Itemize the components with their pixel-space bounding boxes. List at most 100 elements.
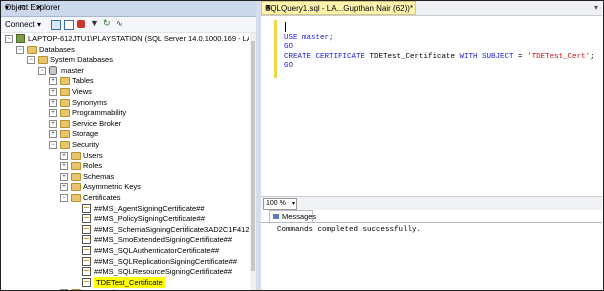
tree-node-label: Symmetric Keys bbox=[83, 287, 137, 290]
expand-icon[interactable]: + bbox=[49, 130, 57, 139]
sql-string: 'TDETest_Cert' bbox=[527, 53, 591, 61]
folder-icon bbox=[60, 130, 70, 139]
close-icon[interactable]: ✕ bbox=[265, 3, 411, 12]
expand-icon[interactable]: + bbox=[49, 98, 57, 107]
folder-icon bbox=[71, 289, 81, 290]
certificate-icon bbox=[82, 256, 91, 266]
panel-controls[interactable]: ▾ ⊓ ✕ bbox=[5, 3, 252, 12]
tree-node-label: Roles bbox=[83, 161, 103, 171]
tree-node-label: Certificates bbox=[83, 193, 121, 202]
tree-node-label: Users bbox=[83, 150, 103, 160]
collapse-icon[interactable]: − bbox=[5, 35, 13, 43]
sql-keyword: WITH SUBJECT bbox=[459, 53, 519, 61]
folder-icon bbox=[71, 151, 81, 160]
zoom-value: 100 % bbox=[266, 200, 286, 207]
query-editor-panel: SQLQuery1.sql - LA...Gupthan Nair (62))*… bbox=[261, 1, 602, 290]
sql-keyword: GO bbox=[284, 62, 294, 70]
certificate-icon bbox=[82, 246, 91, 255]
tree-scrollbar-thumb[interactable] bbox=[251, 41, 255, 271]
tree-node-label: Views bbox=[72, 87, 92, 96]
tree-node-label: Service Broker bbox=[72, 118, 122, 128]
collapse-icon[interactable]: − bbox=[38, 66, 46, 75]
sql-keyword: CREATE CERTIFICATE bbox=[284, 53, 370, 61]
sql-token: = bbox=[518, 53, 528, 61]
server-icon bbox=[16, 34, 25, 43]
code-line: GO bbox=[284, 43, 293, 51]
sql-token: ; bbox=[590, 53, 595, 61]
certificate-icon bbox=[82, 203, 91, 213]
disconnect-icon[interactable] bbox=[64, 20, 74, 30]
tab-sqlquery1[interactable]: SQLQuery1.sql - LA...Gupthan Nair (62))*… bbox=[261, 1, 416, 15]
sql-token: TDETest_Certificate bbox=[369, 53, 460, 61]
collapse-icon[interactable]: − bbox=[27, 56, 35, 65]
folder-icon bbox=[60, 77, 70, 86]
certificate-icon bbox=[82, 267, 91, 277]
connect-object-icon[interactable] bbox=[51, 20, 61, 30]
results-tab-divider bbox=[261, 222, 602, 223]
text-caret bbox=[285, 22, 286, 32]
folder-icon bbox=[60, 141, 70, 149]
object-explorer-panel: Object Explorer ▾ ⊓ ✕ Connect ▾ ▼ ↻ ∿ − L… bbox=[1, 1, 256, 290]
connect-button[interactable]: Connect ▾ bbox=[5, 19, 41, 30]
sql-keyword: USE master; bbox=[284, 34, 334, 42]
expand-icon[interactable]: + bbox=[60, 162, 68, 171]
folder-icon bbox=[60, 109, 70, 118]
folder-icon bbox=[38, 56, 48, 65]
code-line: USE master; bbox=[284, 34, 334, 42]
object-explorer-tree: − LAPTOP-612JTU1\PLAYSTATION (SQL Server … bbox=[1, 33, 249, 290]
tree-node-label: LAPTOP-612JTU1\PLAYSTATION (SQL Server 1… bbox=[28, 34, 249, 43]
tree-node-label: Schemas bbox=[83, 171, 115, 181]
filter-icon[interactable]: ▼ bbox=[90, 18, 99, 29]
code-line: GO bbox=[284, 62, 293, 70]
expand-icon[interactable]: + bbox=[49, 109, 57, 118]
zoom-select[interactable]: 100 % ▾ bbox=[263, 198, 297, 210]
tree-node-label: Programmability bbox=[72, 108, 127, 118]
expand-icon[interactable]: + bbox=[49, 119, 57, 128]
collapse-icon[interactable]: − bbox=[49, 141, 57, 149]
results-pane: Messages Commands completed successfully… bbox=[261, 210, 602, 290]
code-line: CREATE CERTIFICATE TDETest_Certificate W… bbox=[284, 53, 595, 61]
expand-icon[interactable]: + bbox=[49, 88, 57, 96]
tree-node-label: ##MS_PolicySigningCertificate## bbox=[94, 214, 205, 224]
tree-node-label: ##MS_SQLAuthenticatorCertificate## bbox=[94, 246, 220, 255]
collapse-icon[interactable]: − bbox=[60, 194, 68, 202]
folder-icon bbox=[71, 172, 81, 181]
sql-keyword: GO bbox=[284, 43, 294, 51]
expand-icon[interactable]: + bbox=[60, 172, 68, 181]
tree-node-label: Tables bbox=[72, 76, 94, 86]
tree-node-label: ##MS_AgentSigningCertificate## bbox=[94, 203, 205, 213]
tree-node-label: Synonyms bbox=[72, 97, 108, 107]
code-editor[interactable]: USE master; GO CREATE CERTIFICATE TDETest_… bbox=[261, 16, 602, 196]
certificate-icon bbox=[82, 277, 91, 287]
editor-results-splitter[interactable]: 100 % ▾ bbox=[261, 196, 602, 211]
messages-icon bbox=[273, 214, 279, 219]
tree-node-label: ##MS_SQLReplicationSigningCertificate## bbox=[94, 256, 237, 266]
tree-node-label: System Databases bbox=[50, 55, 113, 65]
document-tabstrip: SQLQuery1.sql - LA...Gupthan Nair (62))*… bbox=[261, 1, 602, 16]
expand-icon[interactable]: + bbox=[49, 77, 57, 86]
refresh-icon[interactable]: ↻ bbox=[103, 18, 111, 29]
tree-node-label: ##MS_SmoExtendedSigningCertificate## bbox=[94, 235, 232, 245]
change-tracking-bar bbox=[274, 20, 277, 78]
tree-node-label: TDETest_Certificate bbox=[94, 276, 165, 288]
chevron-down-icon: ▾ bbox=[291, 201, 295, 207]
tree-node-label: Asymmetric Keys bbox=[83, 182, 141, 192]
folder-icon bbox=[71, 194, 81, 202]
activity-monitor-icon[interactable]: ∿ bbox=[116, 18, 123, 29]
collapse-icon[interactable]: − bbox=[16, 45, 24, 54]
folder-icon bbox=[71, 162, 81, 171]
expand-icon[interactable]: + bbox=[60, 151, 68, 160]
message-text: Commands completed successfully. bbox=[277, 226, 422, 234]
tree-node-label: Storage bbox=[72, 129, 99, 139]
folder-icon bbox=[60, 119, 70, 128]
tab-overflow-chevron-down-icon[interactable]: ▾ bbox=[594, 3, 598, 12]
expand-icon[interactable]: + bbox=[60, 289, 68, 290]
certificate-icon bbox=[82, 214, 91, 224]
object-explorer-toolbar: Connect ▾ ▼ ↻ ∿ bbox=[1, 17, 256, 33]
expand-icon[interactable]: + bbox=[60, 183, 68, 192]
folder-icon bbox=[60, 88, 70, 96]
certificate-icon bbox=[82, 235, 91, 245]
tree-node-label: ##MS_SchemaSigningCertificate3AD2C1F412E… bbox=[94, 224, 249, 234]
stop-icon[interactable] bbox=[77, 20, 85, 28]
tree-node-label: Security bbox=[72, 140, 100, 149]
